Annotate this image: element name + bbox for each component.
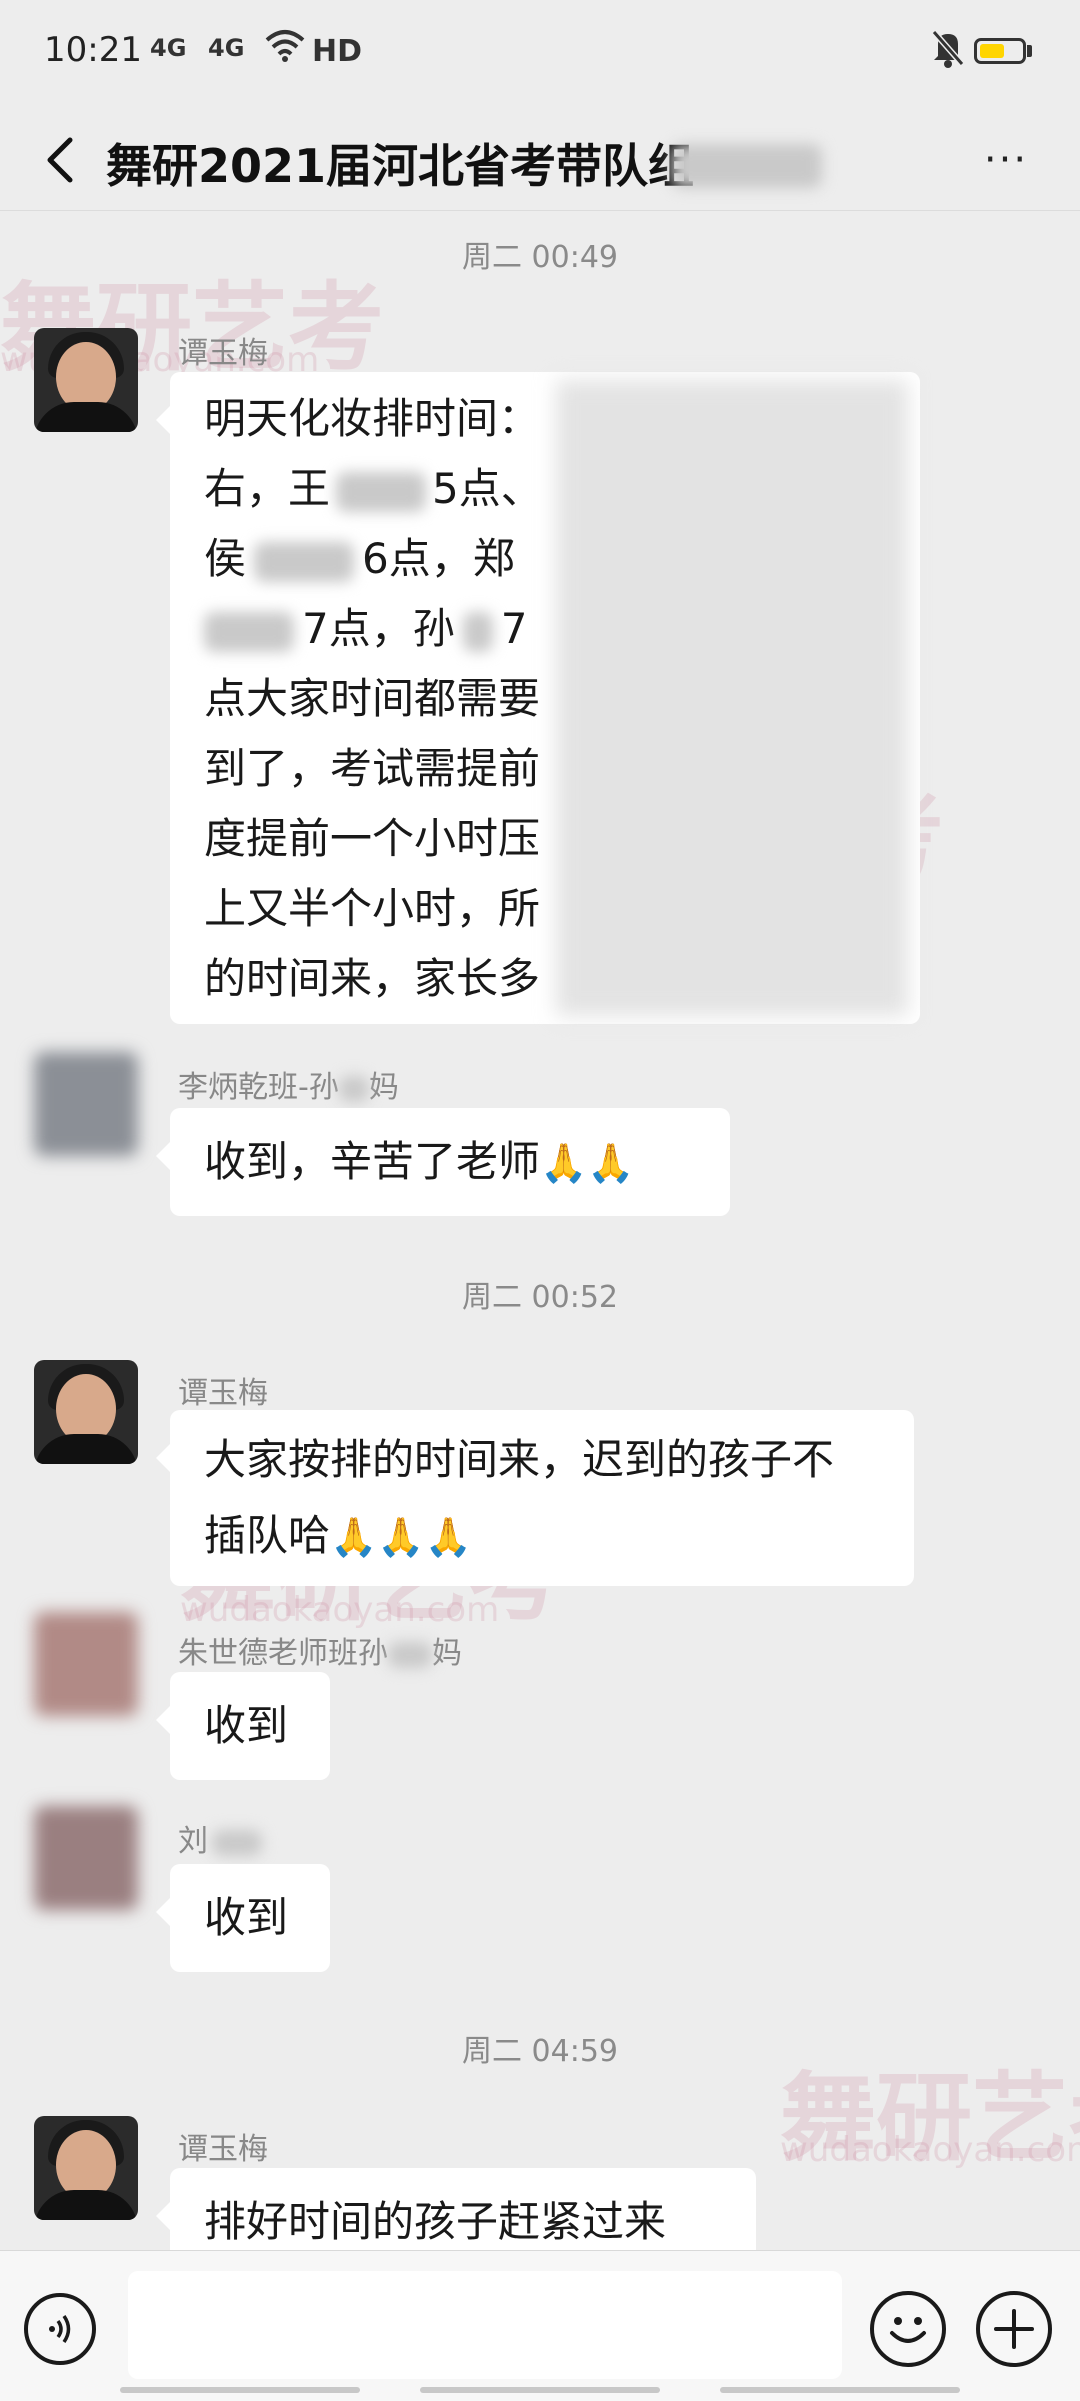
redacted-text — [212, 1829, 262, 1856]
redacted-text — [254, 541, 355, 582]
avatar[interactable] — [34, 328, 138, 432]
timestamp: 周二 04:59 — [462, 2034, 618, 2069]
plus-icon[interactable] — [976, 2291, 1052, 2367]
avatar[interactable] — [34, 1612, 138, 1716]
message-text: 7点，孙 — [302, 604, 455, 653]
redacted-text — [388, 1641, 432, 1668]
input-bar — [0, 2250, 1080, 2401]
avatar[interactable] — [34, 1806, 138, 1910]
message-text: 点大家时间都需要 — [204, 674, 541, 723]
message-text: 上又半个小时，所 — [204, 884, 541, 933]
sender-name: 谭玉梅 — [178, 2132, 268, 2167]
message-bubble[interactable]: 大家按排的时间来，迟到的孩子不 插队哈🙏🙏🙏 — [156, 1410, 914, 1586]
voice-icon[interactable] — [24, 2293, 96, 2365]
message-input[interactable] — [128, 2271, 842, 2379]
timestamp: 周二 00:49 — [462, 240, 618, 275]
watermark-url: wudaokaoyan.com — [780, 2130, 1080, 2170]
smiley-icon[interactable] — [870, 2291, 946, 2367]
message-text: 7 — [500, 604, 528, 653]
sender-name: 李炳乾班-孙妈 — [178, 1070, 399, 1105]
avatar[interactable] — [34, 2116, 138, 2220]
message-text: 大家按排的时间来，迟到的孩子不 — [204, 1435, 835, 1484]
message-text: 排好时间的孩子赶紧过来 — [204, 2197, 667, 2246]
sender-name: 朱世德老师班孙妈 — [178, 1636, 462, 1671]
hd-label: HD — [312, 34, 363, 69]
bell-off-icon — [930, 28, 966, 77]
message-text: 到了，考试需提前 — [204, 744, 541, 793]
redacted-text — [672, 144, 822, 188]
sender-name: 谭玉梅 — [178, 1376, 268, 1411]
redacted-text — [204, 611, 294, 652]
avatar[interactable] — [34, 1052, 138, 1156]
sender-name: 谭玉梅 — [178, 336, 268, 371]
watermark-url: wudaokaoyan.com — [180, 1590, 500, 1630]
battery-icon — [974, 38, 1026, 64]
message-text: 5点、 — [432, 464, 543, 513]
chat-title: 舞研2021届河北省考带队组 — [106, 139, 695, 193]
message-text: 插队哈 — [204, 1511, 331, 1560]
chat-header: 舞研2021届河北省考带队组 ··· — [0, 110, 1080, 211]
emoji: 🙏🙏 — [540, 1141, 635, 1185]
wifi-icon — [265, 28, 305, 73]
more-icon[interactable]: ··· — [966, 130, 1046, 190]
redacted-text — [338, 1075, 369, 1102]
message-bubble[interactable]: 收到 — [156, 1672, 330, 1780]
signal-icon: 4G — [150, 34, 187, 62]
message-text: 的时间来，家长多 — [204, 954, 541, 1003]
timestamp: 周二 00:52 — [462, 1280, 618, 1315]
redacted-text — [336, 471, 427, 512]
battery-level — [980, 44, 1004, 58]
message-text: 收到，辛苦了老师 — [204, 1137, 541, 1186]
nav-indicator — [420, 2387, 660, 2393]
battery-tip — [1027, 45, 1032, 57]
message-text: 度提前一个小时压 — [204, 814, 541, 863]
redacted-region — [556, 380, 908, 1016]
redacted-text — [462, 611, 493, 652]
message-bubble[interactable]: 收到，辛苦了老师🙏🙏 — [156, 1108, 730, 1216]
avatar[interactable] — [34, 1360, 138, 1464]
message-text: 收到 — [204, 1893, 289, 1942]
message-bubble[interactable]: 收到 — [156, 1864, 330, 1972]
message-text: 明天化妆排时间： — [204, 394, 541, 443]
message-text: 侯 — [204, 534, 247, 583]
emoji: 🙏🙏🙏 — [330, 1515, 472, 1559]
chevron-left-icon[interactable] — [30, 128, 94, 192]
message-text: 收到 — [204, 1701, 289, 1750]
nav-indicator — [720, 2387, 960, 2393]
message-text: 6点，郑 — [362, 534, 515, 583]
signal-icon: 4G — [208, 34, 245, 62]
nav-indicator — [120, 2387, 360, 2393]
status-bar: 10:21 4G 4G HD — [0, 0, 1080, 110]
status-time: 10:21 — [44, 30, 142, 70]
message-text: 右，王 — [204, 464, 331, 513]
sender-name: 刘 — [178, 1816, 262, 1860]
